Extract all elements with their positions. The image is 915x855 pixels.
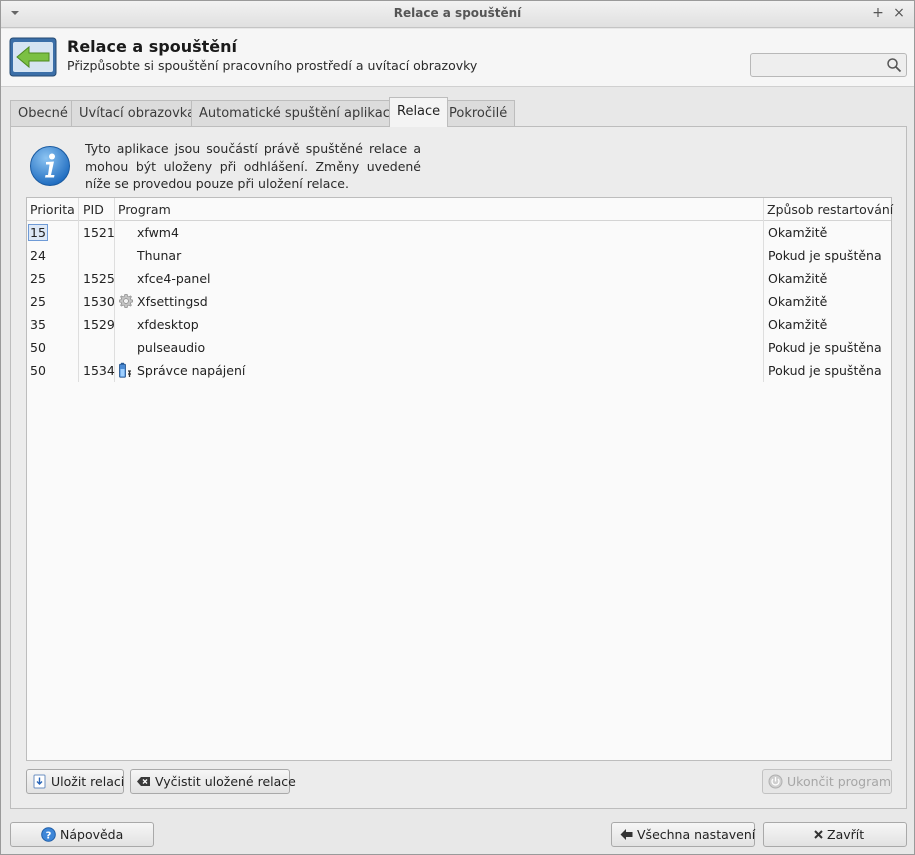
maximize-icon[interactable]: + (870, 5, 886, 21)
page-title: Relace a spouštění (67, 37, 237, 56)
cell-restart[interactable]: Okamžitě (768, 225, 827, 240)
cell-restart[interactable]: Pokud je spuštěna (768, 248, 882, 263)
column-header-program[interactable]: Program (118, 202, 171, 217)
help-button[interactable]: ? Nápověda (10, 822, 154, 847)
info-icon (29, 145, 71, 187)
table-header: Priorita PID Program Způsob restartování (27, 198, 893, 221)
cell-restart[interactable]: Okamžitě (768, 317, 827, 332)
help-icon: ? (41, 827, 56, 842)
cell-priority[interactable]: 24 (30, 248, 46, 263)
session-startup-app-icon (9, 37, 57, 77)
window-title: Relace a spouštění (393, 6, 522, 20)
cell-priority[interactable]: 25 (30, 271, 46, 286)
cell-pid: 1529 (83, 317, 115, 332)
dialog-header: Relace a spouštění Přizpůsobte si spoušt… (1, 29, 914, 87)
quit-program-label: Ukončit program (787, 774, 892, 789)
cell-pid: 1534 (83, 363, 115, 378)
table-row[interactable]: 50 1534 Správce napájení Pokud je spuště… (27, 359, 891, 382)
table-row[interactable]: 24 Thunar Pokud je spuštěna (27, 244, 891, 267)
table-row[interactable]: 50 pulseaudio Pokud je spuštěna (27, 336, 891, 359)
cell-pid: 1525 (83, 271, 115, 286)
tab-general[interactable]: Obecné (10, 100, 76, 126)
cell-program: Xfsettingsd (137, 294, 208, 309)
title-bar[interactable]: Relace a spouštění + × (1, 1, 914, 28)
all-settings-button[interactable]: Všechna nastavení (611, 822, 755, 847)
save-session-button[interactable]: Uložit relaci (26, 769, 124, 794)
cell-restart[interactable]: Pokud je spuštěna (768, 363, 882, 378)
clear-sessions-label: Vyčistit uložené relace (155, 774, 296, 789)
cell-program: pulseaudio (137, 340, 206, 355)
save-icon (32, 774, 47, 789)
cell-priority[interactable]: 35 (30, 317, 46, 332)
column-header-restart[interactable]: Způsob restartování (767, 202, 893, 217)
table-row[interactable]: 35 1529 xfdesktop Okamžitě (27, 313, 891, 336)
column-header-pid[interactable]: PID (83, 202, 104, 217)
search-icon[interactable] (886, 57, 902, 73)
close-window-icon[interactable]: × (891, 5, 907, 21)
cell-pid: 1530 (83, 294, 115, 309)
close-button[interactable]: Zavřít (763, 822, 907, 847)
cell-program: xfdesktop (137, 317, 199, 332)
column-header-priority[interactable]: Priorita (30, 202, 75, 217)
search-input[interactable] (750, 53, 907, 77)
session-panel: Tyto aplikace jsou součástí právě spuště… (10, 126, 907, 809)
table-row[interactable]: 25 1525 xfce4-panel Okamžitě (27, 267, 891, 290)
table-row[interactable]: 25 1530 Xfsettingsd Okamžitě (27, 290, 891, 313)
gear-icon (118, 293, 134, 309)
page-subtitle: Přizpůsobte si spouštění pracovního pros… (67, 58, 478, 73)
tab-autostart[interactable]: Automatické spuštění aplikace (191, 100, 406, 126)
cell-program: Správce napájení (137, 363, 246, 378)
all-settings-label: Všechna nastavení (637, 827, 756, 842)
session-table: Priorita PID Program Způsob restartování… (26, 197, 893, 761)
tab-session[interactable]: Relace (389, 97, 449, 127)
close-icon (811, 827, 826, 842)
save-session-label: Uložit relaci (51, 774, 125, 789)
close-label: Zavřít (827, 827, 865, 842)
power-icon (768, 774, 783, 789)
cell-restart[interactable]: Okamžitě (768, 294, 827, 309)
cell-program: xfwm4 (137, 225, 179, 240)
battery-icon (118, 362, 134, 378)
help-label: Nápověda (60, 827, 124, 842)
cell-priority[interactable]: 50 (30, 363, 46, 378)
cell-priority[interactable]: 15 (28, 224, 48, 241)
cell-restart[interactable]: Okamžitě (768, 271, 827, 286)
table-row[interactable]: 15 1521 xfwm4 Okamžitě (27, 221, 891, 244)
clear-sessions-button[interactable]: Vyčistit uložené relace (130, 769, 296, 794)
cell-pid: 1521 (83, 225, 115, 240)
clear-icon (136, 774, 151, 789)
settings-window: Relace a spouštění + × Relace a spouštěn… (0, 0, 915, 855)
svg-text:?: ? (46, 831, 52, 842)
session-info-text: Tyto aplikace jsou součástí právě spuště… (85, 141, 421, 191)
arrow-left-icon (619, 827, 634, 842)
cell-program: xfce4-panel (137, 271, 211, 286)
quit-program-button[interactable]: Ukončit program (762, 769, 892, 794)
cell-priority[interactable]: 25 (30, 294, 46, 309)
tab-splash[interactable]: Uvítací obrazovka (71, 100, 204, 126)
cell-program: Thunar (137, 248, 182, 263)
cell-restart[interactable]: Pokud je spuštěna (768, 340, 882, 355)
tab-advanced[interactable]: Pokročilé (441, 100, 516, 126)
cell-priority[interactable]: 50 (30, 340, 46, 355)
